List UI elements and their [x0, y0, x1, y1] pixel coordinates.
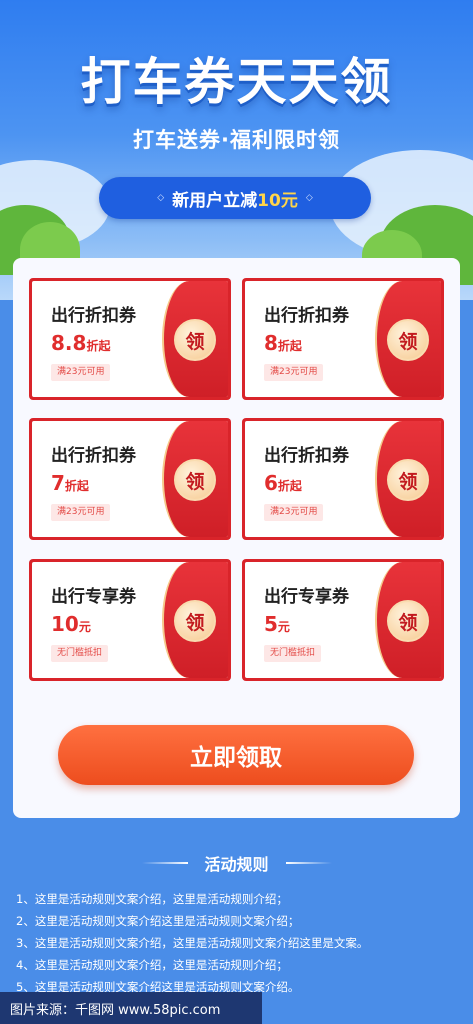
diamond-icon: ◇ — [157, 193, 165, 203]
claim-coupon-button[interactable]: 领 — [387, 319, 429, 361]
coupon-condition: 满23元可用 — [51, 364, 111, 381]
coupon-card[interactable]: 领 出行专享券 10元 无门槛抵扣 — [29, 559, 231, 681]
coupon-name: 出行专享券 — [264, 587, 349, 607]
rule-item: 1、这里是活动规则文案介绍，这里是活动规则介绍； — [16, 892, 288, 906]
diamond-icon: ◇ — [305, 193, 313, 203]
claim-coupon-button[interactable]: 领 — [174, 600, 216, 642]
pill-text: 新用户立减10元 — [172, 190, 298, 211]
coupon-value: 8.8折起 — [51, 331, 111, 355]
rule-item: 2、这里是活动规则文案介绍这里是活动规则文案介绍； — [16, 914, 300, 928]
page-title: 打车券天天领 — [80, 53, 393, 111]
coupon-condition: 满23元可用 — [264, 364, 324, 381]
claim-coupon-button[interactable]: 领 — [387, 459, 429, 501]
coupon-condition: 无门槛抵扣 — [51, 645, 109, 662]
claim-coupon-button[interactable]: 领 — [174, 459, 216, 501]
coupon-value: 10元 — [51, 612, 91, 636]
coupon-card[interactable]: 领 出行专享券 5元 无门槛抵扣 — [242, 559, 444, 681]
coupon-card[interactable]: 领 出行折扣券 6折起 满23元可用 — [242, 418, 444, 540]
claim-now-button[interactable]: 立即领取 — [58, 725, 414, 785]
coupon-value: 5元 — [264, 612, 290, 636]
coupon-card[interactable]: 领 出行折扣券 8折起 满23元可用 — [242, 278, 444, 400]
coupon-value: 7折起 — [51, 471, 89, 495]
hero-banner: 打车券天天领 打车送券·福利限时领 ◇ 新用户立减10元 ◇ — [0, 0, 473, 300]
coupon-name: 出行折扣券 — [264, 446, 349, 466]
coupon-name: 出行专享券 — [51, 587, 136, 607]
coupon-card[interactable]: 领 出行折扣券 8.8折起 满23元可用 — [29, 278, 231, 400]
coupon-condition: 满23元可用 — [264, 504, 324, 521]
divider-right — [286, 862, 332, 864]
coupon-name: 出行折扣券 — [51, 446, 136, 466]
source-watermark: 图片来源：千图网 www.58pic.com — [0, 992, 262, 1024]
coupon-card[interactable]: 领 出行折扣券 7折起 满23元可用 — [29, 418, 231, 540]
rules-title: 活动规则 — [204, 855, 269, 874]
coupon-name: 出行折扣券 — [51, 306, 136, 326]
claim-coupon-button[interactable]: 领 — [174, 319, 216, 361]
new-user-banner: ◇ 新用户立减10元 ◇ — [99, 177, 371, 219]
coupon-value: 6折起 — [264, 471, 302, 495]
coupon-name: 出行折扣券 — [264, 306, 349, 326]
rules-list: 1、这里是活动规则文案介绍，这里是活动规则介绍； 2、这里是活动规则文案介绍这里… — [16, 890, 466, 1000]
rule-item: 4、这里是活动规则文案介绍，这里是活动规则介绍； — [16, 958, 288, 972]
page-subtitle: 打车送券·福利限时领 — [133, 128, 340, 152]
claim-coupon-button[interactable]: 领 — [387, 600, 429, 642]
coupon-condition: 无门槛抵扣 — [264, 645, 322, 662]
coupon-value: 8折起 — [264, 331, 302, 355]
coupon-condition: 满23元可用 — [51, 504, 111, 521]
rule-item: 3、这里是活动规则文案介绍，这里是活动规则文案介绍这里是文案。 — [16, 936, 369, 950]
